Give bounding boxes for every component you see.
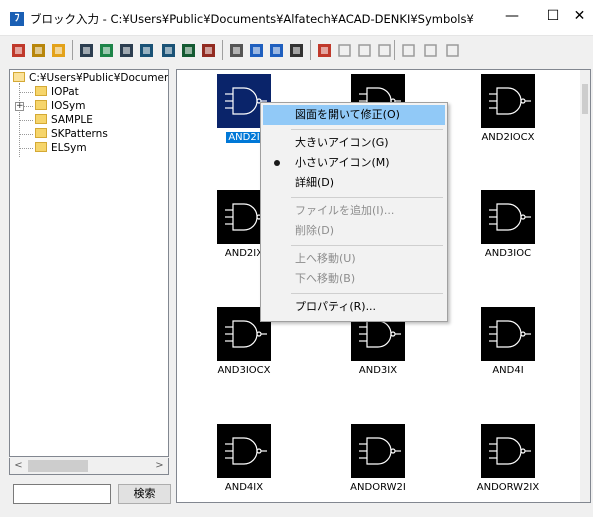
logic-gate-icon xyxy=(481,307,535,361)
tree-item-skpatterns[interactable]: SKPatterns xyxy=(35,127,108,141)
context-menu-item: 下へ移動(B) xyxy=(295,272,356,285)
context-menu-item: 削除(D) xyxy=(295,224,335,237)
save-icon[interactable] xyxy=(376,42,393,59)
tree-item-iosym[interactable]: IOSym xyxy=(35,99,85,113)
icon-view-scrollbar[interactable] xyxy=(580,70,590,502)
symbol-label: AND4IX xyxy=(224,482,264,493)
logic-gate-icon xyxy=(217,424,271,478)
toolbar-separator xyxy=(394,40,395,60)
tree-root-label: C:¥Users¥Public¥Document xyxy=(29,72,169,84)
toolbar-separator xyxy=(310,40,311,60)
app-icon: ﾌ xyxy=(10,12,24,26)
search-input[interactable] xyxy=(13,484,111,504)
details-view-icon[interactable] xyxy=(160,42,177,59)
scroll-right-icon[interactable]: > xyxy=(151,458,168,474)
tree-item-label: SKPatterns xyxy=(51,128,108,140)
delete-icon[interactable] xyxy=(400,42,417,59)
new-item-icon[interactable] xyxy=(336,42,353,59)
small-icons-icon[interactable] xyxy=(118,42,135,59)
columns-icon[interactable] xyxy=(288,42,305,59)
symbol-label: ANDORW2IX xyxy=(476,482,540,493)
toolbar-separator xyxy=(72,40,73,60)
tree-item-iopat[interactable]: IOPat xyxy=(35,85,79,99)
folder-icon xyxy=(35,100,47,110)
toolbar xyxy=(0,36,593,66)
medium-icons-icon[interactable] xyxy=(98,42,115,59)
tree-item-label: IOPat xyxy=(51,86,79,98)
move-up-icon[interactable] xyxy=(422,42,439,59)
symbol-label: AND2IOCX xyxy=(481,132,535,143)
insert-block-icon[interactable] xyxy=(248,42,265,59)
tree-item-label: SAMPLE xyxy=(51,114,93,126)
menu-separator xyxy=(291,293,443,294)
toolbar-separator xyxy=(222,40,223,60)
folder-icon xyxy=(35,86,47,96)
context-menu-item[interactable]: 小さいアイコン(M) xyxy=(263,153,445,173)
context-menu-item[interactable]: 大きいアイコン(G) xyxy=(263,133,445,153)
copy-item-icon[interactable] xyxy=(356,42,373,59)
context-menu-item[interactable]: プロパティ(R)... xyxy=(263,297,445,317)
menu-separator xyxy=(291,197,443,198)
symbol-icon-item[interactable]: AND3IX xyxy=(317,307,437,407)
tree-horizontal-scrollbar[interactable]: < > xyxy=(9,458,169,475)
symbol-icon-item[interactable]: ANDORW2IX xyxy=(447,424,567,502)
preview-icon[interactable] xyxy=(180,42,197,59)
symbol-icon-item[interactable]: AND4I xyxy=(447,307,567,407)
move-down-icon[interactable] xyxy=(444,42,461,59)
context-menu-item[interactable]: 図面を開いて修正(O) xyxy=(263,105,445,125)
symbol-icon-item[interactable]: AND3IOCX xyxy=(183,307,303,407)
symbol-label: AND3IOCX xyxy=(217,365,271,376)
symbol-label: AND3IX xyxy=(358,365,398,376)
logic-gate-icon xyxy=(481,424,535,478)
rename-icon[interactable] xyxy=(268,42,285,59)
folder-icon xyxy=(35,142,47,152)
list-view-icon[interactable] xyxy=(138,42,155,59)
context-menu: 図面を開いて修正(O) 大きいアイコン(G) 小さいアイコン(M) 詳細(D) ファイル… xyxy=(260,102,448,322)
symbol-icon-item[interactable]: ANDORW2I xyxy=(317,424,437,502)
title-bar: ﾌ ブロック入力 - C:¥Users¥Public¥Documents¥Alf… xyxy=(0,0,593,36)
symbol-icon-item[interactable]: AND4IX xyxy=(183,424,303,502)
menu-separator xyxy=(291,245,443,246)
large-icons-icon[interactable] xyxy=(78,42,95,59)
folder-open-icon xyxy=(13,72,25,82)
close-button[interactable]: ✕ xyxy=(566,0,593,32)
search-button[interactable]: 検索 xyxy=(118,484,171,504)
minimize-button[interactable]: — xyxy=(490,0,534,32)
open-folder-icon[interactable] xyxy=(50,42,67,59)
scroll-thumb[interactable] xyxy=(28,460,88,472)
scroll-thumb[interactable] xyxy=(582,84,588,114)
context-menu-item: 上へ移動(U) xyxy=(295,252,356,265)
scroll-left-icon[interactable]: < xyxy=(10,458,27,474)
tree-item-elsym[interactable]: ELSym xyxy=(35,141,87,155)
folder-tree[interactable]: C:¥Users¥Public¥Document + IOPat IOSym S… xyxy=(9,69,169,457)
symbol-icon-item[interactable]: AND3IOC xyxy=(447,190,567,290)
folder-tree-icon[interactable] xyxy=(30,42,47,59)
folder-icon xyxy=(35,128,47,138)
symbol-label: ANDORW2I xyxy=(350,482,406,493)
tree-item-label: IOSym xyxy=(51,100,86,112)
radio-check-icon xyxy=(274,160,280,166)
logic-gate-icon xyxy=(351,424,405,478)
tree-item-sample[interactable]: SAMPLE xyxy=(35,113,93,127)
tree-root[interactable]: C:¥Users¥Public¥Document xyxy=(13,71,169,85)
context-menu-item: ファイルを追加(I)... xyxy=(295,204,395,217)
logic-gate-icon xyxy=(481,190,535,244)
symbol-label: AND3IOC xyxy=(484,248,532,259)
grid-icon[interactable] xyxy=(200,42,217,59)
edit-tool-icon[interactable] xyxy=(316,42,333,59)
menu-separator xyxy=(291,129,443,130)
symbol-icon-item[interactable]: AND2IOCX xyxy=(447,74,567,174)
context-menu-item[interactable]: 詳細(D) xyxy=(263,173,445,193)
tree-view-icon[interactable] xyxy=(10,42,27,59)
window-title: ブロック入力 - C:¥Users¥Public¥Documents¥Alfat… xyxy=(30,12,474,26)
symbol-label: AND4I xyxy=(492,365,524,376)
expand-icon[interactable]: + xyxy=(15,102,24,111)
properties-icon[interactable] xyxy=(228,42,245,59)
tree-item-label: ELSym xyxy=(51,142,87,154)
folder-icon xyxy=(35,114,47,124)
logic-gate-icon xyxy=(481,74,535,128)
